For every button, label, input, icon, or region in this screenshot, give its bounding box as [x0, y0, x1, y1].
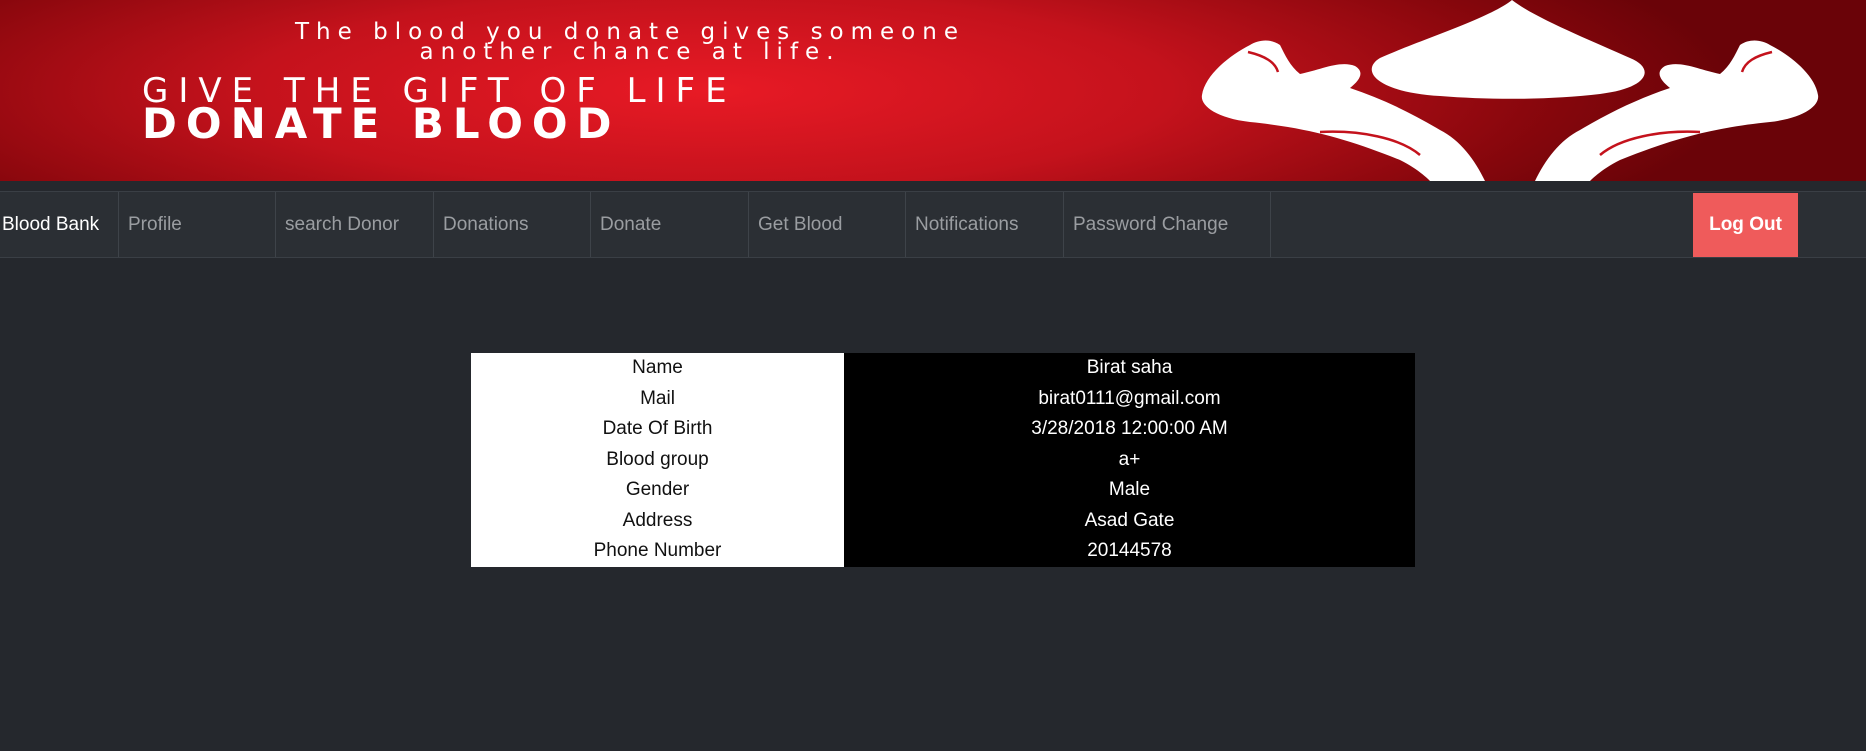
table-row: Address Asad Gate: [471, 505, 1415, 536]
profile-value-blood-group: a+: [844, 444, 1415, 475]
banner-illustration: [1201, 0, 1819, 181]
nav-item-password-change[interactable]: Password Change: [1063, 192, 1271, 257]
nav-item-donations[interactable]: Donations: [433, 192, 590, 257]
profile-value-date-of-birth: 3/28/2018 12:00:00 AM: [844, 414, 1415, 445]
header-banner: The blood you donate gives someone anoth…: [0, 0, 1866, 181]
profile-table: Name Birat saha Mail birat0111@gmail.com…: [471, 353, 1415, 567]
nav-item-profile[interactable]: Profile: [118, 192, 275, 257]
table-row: Gender Male: [471, 475, 1415, 506]
table-row: Mail birat0111@gmail.com: [471, 383, 1415, 414]
main-navbar: Blood Bank Profile search Donor Donation…: [0, 191, 1866, 258]
brand-link[interactable]: Blood Bank: [2, 192, 115, 257]
table-row: Blood group a+: [471, 444, 1415, 475]
nav-menu: Profile search Donor Donations Donate Ge…: [118, 192, 1271, 257]
profile-value-address: Asad Gate: [844, 505, 1415, 536]
nav-item-search-donor[interactable]: search Donor: [275, 192, 433, 257]
nav-item-donate[interactable]: Donate: [590, 192, 748, 257]
profile-value-mail: birat0111@gmail.com: [844, 383, 1415, 414]
profile-label-blood-group: Blood group: [471, 444, 844, 475]
profile-label-date-of-birth: Date Of Birth: [471, 414, 844, 445]
banner-tagline-line2: another chance at life.: [419, 39, 841, 65]
banner-tagline: The blood you donate gives someone anoth…: [140, 21, 1120, 65]
table-row: Name Birat saha: [471, 353, 1415, 384]
profile-label-name: Name: [471, 353, 844, 384]
profile-value-name: Birat saha: [844, 353, 1415, 384]
profile-label-phone-number: Phone Number: [471, 536, 844, 567]
nav-item-get-blood[interactable]: Get Blood: [748, 192, 905, 257]
table-row: Phone Number 20144578: [471, 536, 1415, 567]
profile-label-gender: Gender: [471, 475, 844, 506]
logout-button[interactable]: Log Out: [1693, 193, 1798, 257]
profile-value-phone-number: 20144578: [844, 536, 1415, 567]
blood-drop-icon: [1371, 0, 1645, 99]
banner-headline-donate: DONATE BLOOD: [142, 99, 621, 148]
nav-item-notifications[interactable]: Notifications: [905, 192, 1063, 257]
profile-value-gender: Male: [844, 475, 1415, 506]
profile-label-mail: Mail: [471, 383, 844, 414]
profile-label-address: Address: [471, 505, 844, 536]
table-row: Date Of Birth 3/28/2018 12:00:00 AM: [471, 414, 1415, 445]
